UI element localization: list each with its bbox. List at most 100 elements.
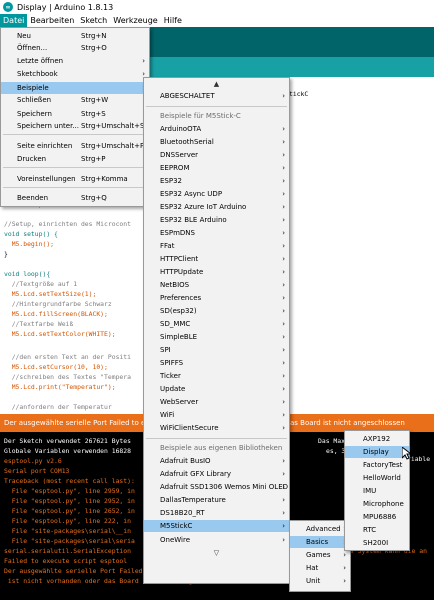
chevron-right-icon: › bbox=[282, 470, 285, 478]
menu-item-onewire[interactable]: OneWire › bbox=[144, 534, 289, 546]
menu-item-display[interactable]: Display bbox=[345, 446, 409, 458]
menu-item-simpleble[interactable]: SimpleBLE › bbox=[144, 331, 289, 343]
menu-item-m5stickc[interactable]: M5StickC › bbox=[144, 520, 289, 532]
menu-item-esp32[interactable]: ESP32 › bbox=[144, 175, 289, 187]
menu-separator bbox=[146, 438, 287, 439]
menu-item-imu[interactable]: IMU bbox=[345, 485, 409, 497]
chevron-right-icon: › bbox=[282, 359, 285, 367]
menu-item-mpu6886[interactable]: MPU6886 bbox=[345, 511, 409, 523]
menu-item-preferences[interactable]: Preferences › bbox=[144, 292, 289, 304]
menu-item-microphone[interactable]: Microphone bbox=[345, 498, 409, 510]
code-line: M5.Lcd.setCursor(10, 10); bbox=[4, 363, 108, 371]
menu-item-httpupdate[interactable]: HTTPUpdate › bbox=[144, 266, 289, 278]
menu-item-beispiele[interactable]: Beispiele› bbox=[1, 82, 149, 94]
menu-item-abgeschaltet[interactable]: ABGESCHALTET › bbox=[144, 90, 289, 102]
menu-item-oeffnen[interactable]: Öffnen... Strg+O bbox=[1, 42, 149, 54]
menu-item-adafruit-gfx[interactable]: Adafruit GFX Library › bbox=[144, 468, 289, 480]
scroll-down-icon[interactable]: ▽ bbox=[144, 547, 289, 559]
menu-item-netbios[interactable]: NetBIOS › bbox=[144, 279, 289, 291]
menu-item-ds18b20-rt[interactable]: DS18B20_RT › bbox=[144, 507, 289, 519]
menu-item-games[interactable]: Games › bbox=[290, 549, 350, 561]
menu-item-sd-esp32[interactable]: SD(esp32) › bbox=[144, 305, 289, 317]
chevron-right-icon: › bbox=[282, 372, 285, 380]
tab-hint-text: tickC bbox=[289, 90, 309, 98]
menu-separator bbox=[3, 134, 147, 135]
menu-item-schliessen[interactable]: Schließen Strg+W bbox=[1, 94, 149, 106]
chevron-right-icon: › bbox=[282, 92, 285, 100]
chevron-right-icon: › bbox=[142, 57, 145, 65]
menu-item-esp32-ble[interactable]: ESP32 BLE Arduino › bbox=[144, 214, 289, 226]
menu-item-esp32-azure-iot[interactable]: ESP32 Azure IoT Arduino › bbox=[144, 201, 289, 213]
chevron-right-icon: › bbox=[282, 457, 285, 465]
menu-item-beenden[interactable]: Beenden Strg+Q bbox=[1, 192, 149, 204]
menu-separator bbox=[3, 187, 147, 188]
menu-item-ffat[interactable]: FFat › bbox=[144, 240, 289, 252]
chevron-right-icon: › bbox=[282, 138, 285, 146]
arduino-logo-icon: ∞ bbox=[3, 2, 13, 12]
menu-item-wifi[interactable]: WiFi › bbox=[144, 409, 289, 421]
code-line: //Setup, einrichten des Microcont bbox=[4, 220, 131, 228]
menu-item-dallastemperature[interactable]: DallasTemperature › bbox=[144, 494, 289, 506]
console-line: Der Sketch verwendet 267621 Bytes bbox=[4, 437, 131, 445]
menu-item-speichern-unter[interactable]: Speichern unter... Strg+Umschalt+S bbox=[1, 120, 149, 132]
menu-item-httpclient[interactable]: HTTPClient › bbox=[144, 253, 289, 265]
menu-item-dnsserver[interactable]: DNSServer › bbox=[144, 149, 289, 161]
menu-item-eeprom[interactable]: EEPROM › bbox=[144, 162, 289, 174]
menu-item-arduinoota[interactable]: ArduinoOTA › bbox=[144, 123, 289, 135]
console-line: File "site-packages\serial\__in bbox=[4, 527, 131, 535]
menu-item-advanced[interactable]: Advanced› bbox=[290, 523, 350, 535]
menu-item-spiffs[interactable]: SPIFFS › bbox=[144, 357, 289, 369]
menu-item-adafruit-ssd1306[interactable]: Adafruit SSD1306 Wemos Mini OLED › bbox=[144, 481, 289, 493]
menu-item-sh200i[interactable]: SH200I bbox=[345, 537, 409, 549]
m5stickc-submenu: Advanced› Basics› Games› Hat› Unit› bbox=[289, 520, 351, 592]
menu-item-drucken[interactable]: Drucken Strg+P bbox=[1, 153, 149, 165]
console-line: serial.serialutil.SerialException bbox=[4, 547, 131, 555]
menu-item-sd-mmc[interactable]: SD_MMC › bbox=[144, 318, 289, 330]
menu-hilfe[interactable]: Hilfe bbox=[161, 14, 185, 27]
menu-item-spi[interactable]: SPI › bbox=[144, 344, 289, 356]
menu-item-seite-einrichten[interactable]: Seite einrichten Strg+Umschalt+P bbox=[1, 140, 149, 152]
menu-item-wificlientsecure[interactable]: WiFiClientSecure › bbox=[144, 422, 289, 434]
chevron-right-icon: › bbox=[282, 190, 285, 198]
console-line: File "esptool.py", line 2959, in bbox=[4, 487, 135, 495]
menu-item-rtc[interactable]: RTC bbox=[345, 524, 409, 536]
menu-datei[interactable]: Datei bbox=[0, 14, 28, 27]
menu-item-speichern[interactable]: Speichern Strg+S bbox=[1, 108, 149, 120]
menu-sketch[interactable]: Sketch bbox=[77, 14, 110, 27]
chevron-right-icon: › bbox=[282, 398, 285, 406]
chevron-right-icon: › bbox=[282, 281, 285, 289]
menu-item-factorytest[interactable]: FactoryTest bbox=[345, 459, 409, 471]
code-line: M5.Lcd.setTextSize(1); bbox=[4, 290, 97, 298]
menu-item-basics[interactable]: Basics› bbox=[290, 536, 350, 548]
menu-separator bbox=[146, 106, 287, 107]
code-line: //Hintergrundfarbe Schwarz bbox=[4, 300, 112, 308]
menu-bearbeiten[interactable]: Bearbeiten bbox=[27, 14, 77, 27]
menu-bar: Datei Bearbeiten Sketch Werkzeuge Hilfe bbox=[0, 14, 434, 27]
menu-item-hat[interactable]: Hat › bbox=[290, 562, 350, 574]
code-line: //Textgröße auf 1 bbox=[4, 280, 78, 288]
menu-item-bluetoothserial[interactable]: BluetoothSerial › bbox=[144, 136, 289, 148]
console-line: esptool.py v2.6 bbox=[4, 457, 62, 465]
menu-item-sketchbook[interactable]: Sketchbook › bbox=[1, 68, 149, 80]
menu-item-webserver[interactable]: WebServer › bbox=[144, 396, 289, 408]
code-line: void loop(){ bbox=[4, 270, 51, 278]
chevron-right-icon: › bbox=[282, 216, 285, 224]
code-line: void setup() { bbox=[4, 230, 58, 238]
scroll-up-icon[interactable]: ▲ bbox=[144, 78, 289, 90]
console-line: File "esptool.py", line 2652, in bbox=[4, 507, 135, 515]
menu-item-adafruit-busio[interactable]: Adafruit BusIO › bbox=[144, 455, 289, 467]
menu-item-unit[interactable]: Unit › bbox=[290, 575, 350, 587]
chevron-right-icon: › bbox=[282, 509, 285, 517]
chevron-right-icon: › bbox=[282, 164, 285, 172]
menu-item-neu[interactable]: Neu Strg+N bbox=[1, 30, 149, 42]
menu-item-espmdns[interactable]: ESPmDNS › bbox=[144, 227, 289, 239]
menu-item-helloworld[interactable]: HelloWorld bbox=[345, 472, 409, 484]
menu-item-voreinstellungen[interactable]: Voreinstellungen Strg+Komma bbox=[1, 173, 149, 185]
chevron-right-icon: › bbox=[282, 151, 285, 159]
menu-werkzeuge[interactable]: Werkzeuge bbox=[110, 14, 160, 27]
menu-item-axp192[interactable]: AXP192 bbox=[345, 433, 409, 445]
menu-item-ticker[interactable]: Ticker › bbox=[144, 370, 289, 382]
menu-item-update[interactable]: Update › bbox=[144, 383, 289, 395]
menu-item-letzte-oeffnen[interactable]: Letzte öffnen › bbox=[1, 55, 149, 67]
menu-item-esp32-async-udp[interactable]: ESP32 Async UDP › bbox=[144, 188, 289, 200]
